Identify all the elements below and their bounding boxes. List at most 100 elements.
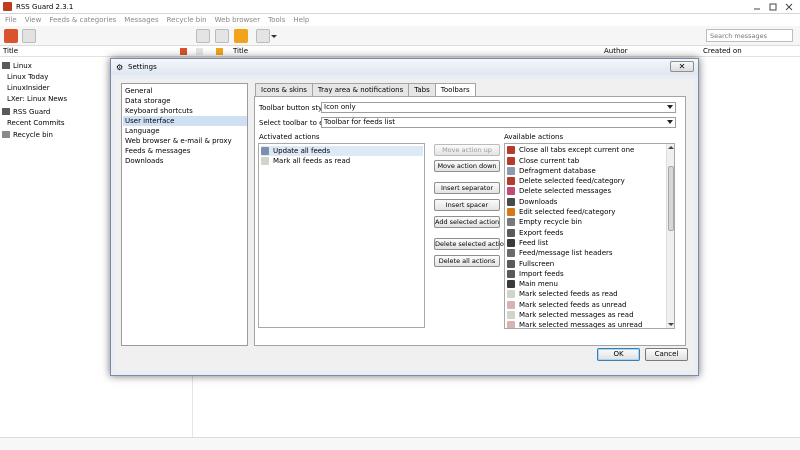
settings-dialog-title: Settings <box>128 63 157 71</box>
list-item[interactable]: Export feeds <box>507 227 563 238</box>
list-item[interactable]: Edit selected feed/category <box>507 207 615 218</box>
menu-bar: File View Feeds & categories Messages Re… <box>0 14 800 26</box>
tab-tabs[interactable]: Tabs <box>408 83 436 96</box>
important-column-icon[interactable] <box>216 48 223 55</box>
toolbar-button-style-combo[interactable]: Icon only <box>321 102 676 113</box>
switch-read-status-icon[interactable] <box>256 29 270 43</box>
tab-icons-skins[interactable]: Icons & skins <box>255 83 313 96</box>
list-item[interactable]: Mark selected messages as read <box>507 310 634 321</box>
feeds-title-column[interactable]: Title <box>3 47 18 55</box>
list-item[interactable]: Import feeds <box>507 269 564 280</box>
tree-item-feed[interactable]: LinuxInsider <box>7 82 50 93</box>
category-web-browser[interactable]: Web browser & e-mail & proxy <box>123 136 247 146</box>
tab-toolbars[interactable]: Toolbars <box>434 83 476 97</box>
activated-actions-list: Update all feeds Mark all feeds as read <box>258 143 425 328</box>
list-item[interactable]: Update all feeds <box>261 146 423 156</box>
menu-file[interactable]: File <box>5 16 17 24</box>
list-item[interactable]: Mark selected feeds as read <box>507 289 618 300</box>
category-feeds-messages[interactable]: Feeds & messages <box>123 146 247 156</box>
move-action-up-button[interactable]: Move action up <box>434 144 500 156</box>
chevron-down-icon[interactable] <box>271 29 277 43</box>
list-item[interactable]: Mark selected feeds as unread <box>507 300 626 311</box>
scroll-down-icon[interactable] <box>668 323 674 326</box>
list-item[interactable]: Mark all feeds as read <box>261 156 423 166</box>
tree-item-feed[interactable]: Linux Today <box>7 71 48 82</box>
read-status-column-icon[interactable] <box>180 48 187 55</box>
update-feeds-icon <box>261 147 269 155</box>
tree-item-feed[interactable]: LXer: Linux News <box>7 93 67 104</box>
folder-icon <box>2 62 10 69</box>
list-item[interactable]: Delete selected feed/category <box>507 176 625 187</box>
menu-view[interactable]: View <box>25 16 42 24</box>
maximize-icon[interactable] <box>768 2 778 12</box>
list-item[interactable]: Defragment database <box>507 166 596 177</box>
tree-item-feed[interactable]: Recent Commits <box>7 117 65 128</box>
list-item[interactable]: Close all tabs except current one <box>507 145 634 156</box>
settings-dialog: ⚙ Settings ✕ General Data storage Keyboa… <box>110 58 699 376</box>
mark-messages-unread-icon[interactable] <box>215 29 229 43</box>
category-user-interface[interactable]: User interface <box>123 116 247 126</box>
action-icon <box>507 228 515 237</box>
action-icon <box>507 269 515 278</box>
action-icon <box>507 197 515 206</box>
messages-author-column[interactable]: Author <box>604 47 628 55</box>
insert-separator-button[interactable]: Insert separator <box>434 182 500 194</box>
delete-selected-action-button[interactable]: Delete selected action <box>434 238 508 250</box>
delete-all-actions-button[interactable]: Delete all actions <box>434 255 500 267</box>
action-icon <box>507 249 515 258</box>
scroll-up-icon[interactable] <box>668 146 674 149</box>
menu-recycle-bin[interactable]: Recycle bin <box>167 16 207 24</box>
category-language[interactable]: Language <box>123 126 247 136</box>
tree-item-category[interactable]: Linux <box>2 60 32 71</box>
category-general[interactable]: General <box>123 86 247 96</box>
insert-spacer-button[interactable]: Insert spacer <box>434 199 500 211</box>
list-item[interactable]: Downloads <box>507 197 557 208</box>
close-dialog-button[interactable]: ✕ <box>670 61 694 72</box>
category-keyboard-shortcuts[interactable]: Keyboard shortcuts <box>123 106 247 116</box>
list-item[interactable]: Main menu <box>507 279 558 290</box>
menu-tools[interactable]: Tools <box>268 16 285 24</box>
tree-item-recycle-bin[interactable]: Recycle bin <box>2 129 53 140</box>
available-actions-scrollbar[interactable] <box>666 144 674 328</box>
list-item[interactable]: Feed list <box>507 238 548 249</box>
menu-feeds-categories[interactable]: Feeds & categories <box>49 16 116 24</box>
action-icon <box>507 177 515 186</box>
tree-item-category[interactable]: RSS Guard <box>2 106 50 117</box>
minimize-icon[interactable] <box>752 2 762 12</box>
select-toolbar-combo[interactable]: Toolbar for feeds list <box>321 117 676 128</box>
menu-help[interactable]: Help <box>293 16 309 24</box>
toolbars-tab-pane: Toolbar button style Icon only Select to… <box>254 96 686 346</box>
add-selected-action-button[interactable]: Add selected action <box>434 216 500 228</box>
scroll-thumb[interactable] <box>668 166 674 231</box>
tab-tray-notifications[interactable]: Tray area & notifications <box>311 83 410 96</box>
star-icon[interactable] <box>234 29 248 43</box>
list-item[interactable]: Empty recycle bin <box>507 217 582 228</box>
list-item[interactable]: Fullscreen <box>507 258 554 269</box>
list-item[interactable]: Delete selected messages <box>507 186 611 197</box>
attachments-column-icon[interactable] <box>196 48 203 55</box>
action-icon <box>507 311 515 320</box>
available-actions-list: Close all tabs except current one Close c… <box>504 143 675 329</box>
list-item[interactable]: Feed/message list headers <box>507 248 613 259</box>
action-icon <box>507 259 515 268</box>
list-item[interactable]: Mark selected messages as unread <box>507 320 642 328</box>
category-data-storage[interactable]: Data storage <box>123 96 247 106</box>
move-action-down-button[interactable]: Move action down <box>434 160 500 172</box>
window-title: RSS Guard 2.3.1 <box>16 2 74 11</box>
cancel-button[interactable]: Cancel <box>645 348 688 361</box>
action-icon <box>507 280 515 289</box>
update-all-feeds-icon[interactable] <box>4 29 18 43</box>
chevron-down-icon <box>667 120 673 124</box>
menu-web-browser[interactable]: Web browser <box>215 16 261 24</box>
menu-messages[interactable]: Messages <box>124 16 158 24</box>
mark-messages-read-icon[interactable] <box>196 29 210 43</box>
window-titlebar: RSS Guard 2.3.1 <box>0 0 800 14</box>
mark-all-feeds-read-icon[interactable] <box>22 29 36 43</box>
list-item[interactable]: Close current tab <box>507 155 579 166</box>
messages-title-column[interactable]: Title <box>233 47 248 55</box>
search-messages-input[interactable] <box>706 29 793 42</box>
category-downloads[interactable]: Downloads <box>123 156 247 166</box>
close-window-icon[interactable] <box>784 2 794 12</box>
messages-created-on-column[interactable]: Created on <box>703 47 742 55</box>
ok-button[interactable]: OK <box>597 348 640 361</box>
